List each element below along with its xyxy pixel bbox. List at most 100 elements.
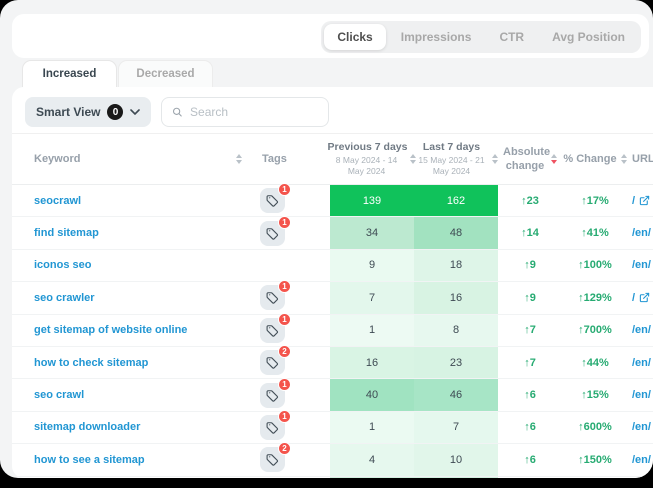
tag-icon [266,421,279,434]
metric-tab-avg-position[interactable]: Avg Position [539,24,638,50]
metric-tab-impressions[interactable]: Impressions [388,24,485,50]
tag-button[interactable]: 1 [260,188,285,213]
tag-button[interactable]: 1 [260,383,285,408]
previous-value-cell: 1 [330,315,414,346]
last-title: Last 7 days [414,141,489,153]
absolute-change-value: ↑9 [498,282,562,313]
previous-value-cell: 1 [330,412,414,443]
keyword-link[interactable]: how to see a sitemap [12,444,252,475]
column-header-tags: Tags [252,153,330,165]
tag-button[interactable]: 1 [260,221,285,246]
keyword-link[interactable]: seocrawl [12,185,252,216]
url-text: /en/ [632,421,651,433]
tag-icon [266,324,279,337]
previous-value-cell: 34 [330,217,414,248]
last-value-cell: 7 [414,412,498,443]
tag-button[interactable]: 1 [260,415,285,440]
url-link[interactable]: / [628,282,653,313]
smart-view-label: Smart View [36,105,100,119]
keyword-link[interactable]: find sitemap [12,217,252,248]
sort-icon-keyword[interactable] [236,154,242,164]
url-link[interactable]: /en/ [628,315,653,346]
column-header-keyword[interactable]: Keyword [12,153,252,165]
external-link-icon [639,195,650,206]
search-input[interactable] [190,105,318,119]
chevron-down-icon [130,109,140,115]
url-link[interactable]: /en/ [628,412,653,443]
last-value-cell: 46 [414,379,498,410]
tag-icon [266,194,279,207]
table-row: seo crawler 1 7 16 ↑9 ↑129% / [12,282,653,314]
tab-decreased[interactable]: Decreased [118,60,213,87]
url-link[interactable]: /en/ [628,250,653,281]
keyword-link[interactable]: seo crawler [12,282,252,313]
keyword-link[interactable]: how to check sitemap [12,347,252,378]
url-text: / [632,292,635,304]
sort-icon-percent-change[interactable] [621,154,627,164]
url-link[interactable]: /en/ [628,379,653,410]
percent-change-value: ↑129% [562,282,628,313]
tag-count-badge: 2 [278,442,291,455]
table-row: seocrawl 1 139 162 ↑23 ↑17% / [12,185,653,217]
external-link-icon [639,292,650,303]
metric-tab-clicks[interactable]: Clicks [324,24,385,50]
tag-icon [266,453,279,466]
percent-header-label: % Change [563,152,616,166]
tag-button[interactable]: 2 [260,447,285,472]
column-header-percent-change[interactable]: % Change [562,152,628,166]
tag-cell: 2 [252,347,330,378]
tag-icon [266,291,279,304]
last-value-cell: 10 [414,444,498,475]
column-header-previous[interactable]: Previous 7 days 8 May 2024 - 14 May 2024 [330,141,414,177]
tag-button[interactable]: 1 [260,318,285,343]
search-icon [172,106,183,118]
column-header-last[interactable]: Last 7 days 15 May 2024 - 21 May 2024 [414,141,498,177]
keyword-link[interactable]: iconos seo [12,250,252,281]
url-text: /en/ [632,454,651,466]
metric-segmented-control: Clicks Impressions CTR Avg Position [321,21,641,53]
url-link[interactable]: /en/ [628,444,653,475]
trend-tabs: Increased Decreased [22,60,213,87]
table-row: seo crawl 1 40 46 ↑6 ↑15% /en/ [12,379,653,411]
absolute-change-value: ↑9 [498,250,562,281]
last-value-cell: 162 [414,185,498,216]
table-row: get sitemap of website online 1 1 8 ↑7 ↑… [12,315,653,347]
tag-button[interactable]: 2 [260,350,285,375]
url-text: /en/ [632,389,651,401]
previous-value-cell: 16 [330,347,414,378]
sort-icon-absolute-change[interactable] [551,154,557,164]
url-link[interactable]: /en/ [628,217,653,248]
tag-button[interactable]: 1 [260,285,285,310]
tag-icon [266,227,279,240]
table-row: find sitemap 1 34 48 ↑14 ↑41% /en/ [12,217,653,249]
content-card: Smart View 0 Keyword Tags Previous 7 day… [12,87,653,478]
url-link[interactable]: /en/ [628,347,653,378]
table-header: Keyword Tags Previous 7 days 8 May 2024 … [12,133,653,185]
metric-tab-ctr[interactable]: CTR [486,24,537,50]
last-value-cell: 23 [414,347,498,378]
url-text: /en/ [632,324,651,336]
search-box [161,97,329,127]
tag-count-badge: 1 [278,410,291,423]
keyword-link[interactable]: get sitemap of website online [12,315,252,346]
tag-icon [266,389,279,402]
previous-value-cell: 139 [330,185,414,216]
previous-value-cell: 7 [330,282,414,313]
keyword-link[interactable]: seo crawl [12,379,252,410]
tag-icon [266,356,279,369]
column-header-absolute-change[interactable]: Absolute change [498,145,562,174]
keyword-link[interactable]: sitemap downloader [12,412,252,443]
tab-increased[interactable]: Increased [22,60,117,87]
table-body: seocrawl 1 139 162 ↑23 ↑17% / find sitem… [12,185,653,478]
url-text: / [632,195,635,207]
tag-count-badge: 1 [278,313,291,326]
smart-view-dropdown[interactable]: Smart View 0 [25,97,151,127]
url-link[interactable]: / [628,185,653,216]
smart-view-count-badge: 0 [107,104,123,120]
percent-change-value: ↑15% [562,379,628,410]
table-row: how to see a sitemap 2 4 10 ↑6 ↑150% /en… [12,444,653,476]
toolbar: Smart View 0 [12,87,653,127]
url-text: /en/ [632,227,651,239]
table-row: iconos seo 9 18 ↑9 ↑100% /en/ [12,250,653,282]
tag-count-badge: 1 [278,183,291,196]
